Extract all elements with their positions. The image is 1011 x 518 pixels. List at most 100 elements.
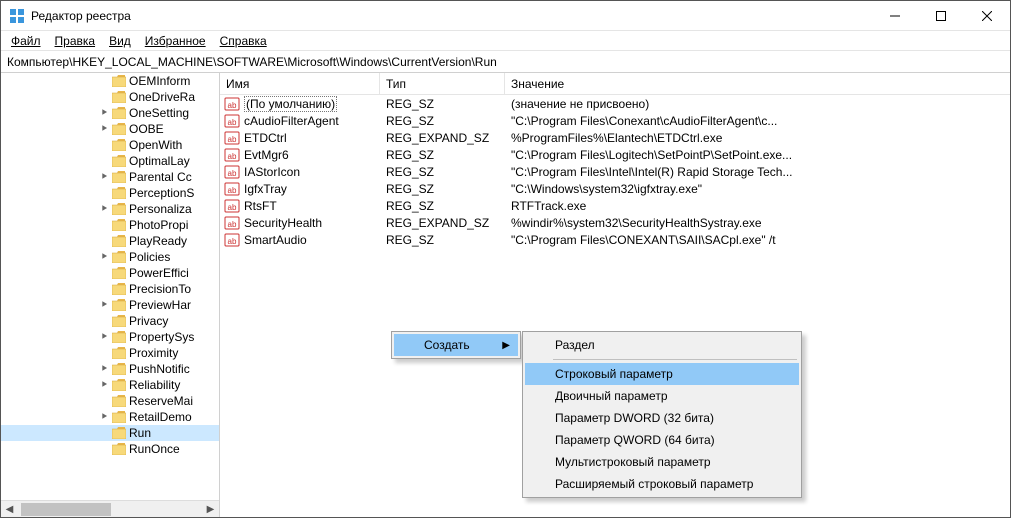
value-data: "C:\Windows\system32\igfxtray.exe"	[505, 182, 1010, 196]
tree-item[interactable]: PerceptionS	[1, 185, 219, 201]
value-type: REG_EXPAND_SZ	[380, 216, 505, 230]
expander-icon[interactable]: ⯈	[99, 332, 109, 343]
context-menu-new-string[interactable]: Строковый параметр	[525, 363, 799, 385]
tree-item[interactable]: ⯈ Personaliza	[1, 201, 219, 217]
context-menu-new-key[interactable]: Раздел	[525, 334, 799, 356]
tree-item[interactable]: ⯈ Reliability	[1, 377, 219, 393]
value-type: REG_SZ	[380, 148, 505, 162]
svg-text:ab: ab	[228, 169, 237, 178]
tree-item[interactable]: OEMInform	[1, 73, 219, 89]
expander-icon[interactable]: ⯈	[99, 252, 109, 263]
context-menu-new-expandstring[interactable]: Расширяемый строковый параметр	[525, 473, 799, 495]
expander-icon[interactable]: ⯈	[99, 108, 109, 119]
folder-icon	[112, 299, 126, 311]
tree-item-label: RunOnce	[129, 442, 180, 456]
expander-icon[interactable]: ⯈	[99, 412, 109, 423]
menu-edit[interactable]: Правка	[49, 33, 102, 49]
tree-item[interactable]: OneDriveRa	[1, 89, 219, 105]
value-row[interactable]: abEvtMgr6REG_SZ"C:\Program Files\Logitec…	[220, 146, 1010, 163]
tree-item[interactable]: ⯈PushNotific	[1, 361, 219, 377]
close-button[interactable]	[964, 1, 1010, 30]
expander-icon[interactable]: ⯈	[99, 204, 109, 215]
value-row[interactable]: abRtsFTREG_SZRTFTrack.exe	[220, 197, 1010, 214]
tree-item[interactable]: ⯈ OOBE	[1, 121, 219, 137]
tree-item[interactable]: RunOnce	[1, 441, 219, 457]
context-menu-new-dword[interactable]: Параметр DWORD (32 бита)	[525, 407, 799, 429]
value-row[interactable]: ab(По умолчанию)REG_SZ(значение не присв…	[220, 95, 1010, 112]
tree-item-label: OptimalLay	[129, 154, 190, 168]
svg-text:ab: ab	[228, 118, 237, 127]
scroll-left-icon[interactable]: ◀	[1, 501, 18, 517]
folder-icon	[112, 107, 126, 119]
value-row[interactable]: abETDCtrlREG_EXPAND_SZ%ProgramFiles%\Ela…	[220, 129, 1010, 146]
value-row[interactable]: abcAudioFilterAgentREG_SZ"C:\Program Fil…	[220, 112, 1010, 129]
string-value-icon: ab	[224, 164, 240, 180]
tree-item-label: Personaliza	[129, 202, 192, 216]
folder-icon	[112, 235, 126, 247]
folder-icon	[112, 427, 126, 439]
tree-item[interactable]: OptimalLay	[1, 153, 219, 169]
scroll-right-icon[interactable]: ▶	[202, 501, 219, 517]
value-row[interactable]: abSmartAudioREG_SZ"C:\Program Files\CONE…	[220, 231, 1010, 248]
expander-icon[interactable]: ⯈	[99, 172, 109, 183]
menu-view[interactable]: Вид	[103, 33, 137, 49]
tree-item[interactable]: OpenWith	[1, 137, 219, 153]
maximize-button[interactable]	[918, 1, 964, 30]
folder-icon	[112, 155, 126, 167]
context-menu-create[interactable]: Создать ▶	[394, 334, 518, 356]
tree-item[interactable]: ⯈Policies	[1, 249, 219, 265]
tree-item[interactable]: Privacy	[1, 313, 219, 329]
folder-icon	[112, 347, 126, 359]
tree-item[interactable]: ⯈ Parental Cc	[1, 169, 219, 185]
tree-item-label: Parental Cc	[129, 170, 192, 184]
value-row[interactable]: abIgfxTrayREG_SZ"C:\Windows\system32\igf…	[220, 180, 1010, 197]
tree-item-label: PropertySys	[129, 330, 194, 344]
tree-item-label: Reliability	[129, 378, 180, 392]
tree-item[interactable]: PowerEffici	[1, 265, 219, 281]
column-header-name[interactable]: Имя	[220, 73, 380, 94]
tree-horizontal-scrollbar[interactable]: ◀ ▶	[1, 500, 219, 517]
list-header: Имя Тип Значение	[220, 73, 1010, 95]
menu-file[interactable]: Файл	[5, 33, 47, 49]
tree-item-label: PlayReady	[129, 234, 187, 248]
expander-icon[interactable]: ⯈	[99, 124, 109, 135]
tree-item[interactable]: PhotoPropi	[1, 217, 219, 233]
app-icon	[9, 8, 25, 24]
tree-item[interactable]: PrecisionTo	[1, 281, 219, 297]
value-row[interactable]: abIAStorIconREG_SZ"C:\Program Files\Inte…	[220, 163, 1010, 180]
address-bar[interactable]: Компьютер\HKEY_LOCAL_MACHINE\SOFTWARE\Mi…	[1, 51, 1010, 73]
context-menu-new-qword[interactable]: Параметр QWORD (64 бита)	[525, 429, 799, 451]
tree-item[interactable]: ReserveMai	[1, 393, 219, 409]
menu-help[interactable]: Справка	[214, 33, 273, 49]
address-text: Компьютер\HKEY_LOCAL_MACHINE\SOFTWARE\Mi…	[7, 55, 497, 69]
menubar: Файл Правка Вид Избранное Справка	[1, 31, 1010, 51]
tree-item-label: Privacy	[129, 314, 168, 328]
expander-icon[interactable]: ⯈	[99, 300, 109, 311]
value-name: IAStorIcon	[244, 165, 300, 179]
menu-favorites[interactable]: Избранное	[139, 33, 212, 49]
column-header-value[interactable]: Значение	[505, 73, 1010, 94]
tree-item[interactable]: ⯈PreviewHar	[1, 297, 219, 313]
value-data: %windir%\system32\SecurityHealthSystray.…	[505, 216, 1010, 230]
tree-item-label: OpenWith	[129, 138, 182, 152]
value-data: (значение не присвоено)	[505, 97, 1010, 111]
tree-item[interactable]: Proximity	[1, 345, 219, 361]
folder-icon	[112, 203, 126, 215]
minimize-button[interactable]	[872, 1, 918, 30]
context-menu-new-multistring[interactable]: Мультистроковый параметр	[525, 451, 799, 473]
value-type: REG_SZ	[380, 199, 505, 213]
tree-item[interactable]: PlayReady	[1, 233, 219, 249]
folder-icon	[112, 171, 126, 183]
context-menu-new-binary[interactable]: Двоичный параметр	[525, 385, 799, 407]
tree-item[interactable]: ⯈RetailDemo	[1, 409, 219, 425]
value-row[interactable]: abSecurityHealthREG_EXPAND_SZ%windir%\sy…	[220, 214, 1010, 231]
tree-item-label: OOBE	[129, 122, 164, 136]
expander-icon[interactable]: ⯈	[99, 380, 109, 391]
tree-item[interactable]: ⯈OneSetting	[1, 105, 219, 121]
tree-item[interactable]: ⯈ PropertySys	[1, 329, 219, 345]
string-value-icon: ab	[224, 181, 240, 197]
scroll-thumb[interactable]	[21, 503, 111, 516]
tree-item[interactable]: Run	[1, 425, 219, 441]
column-header-type[interactable]: Тип	[380, 73, 505, 94]
expander-icon[interactable]: ⯈	[99, 364, 109, 375]
